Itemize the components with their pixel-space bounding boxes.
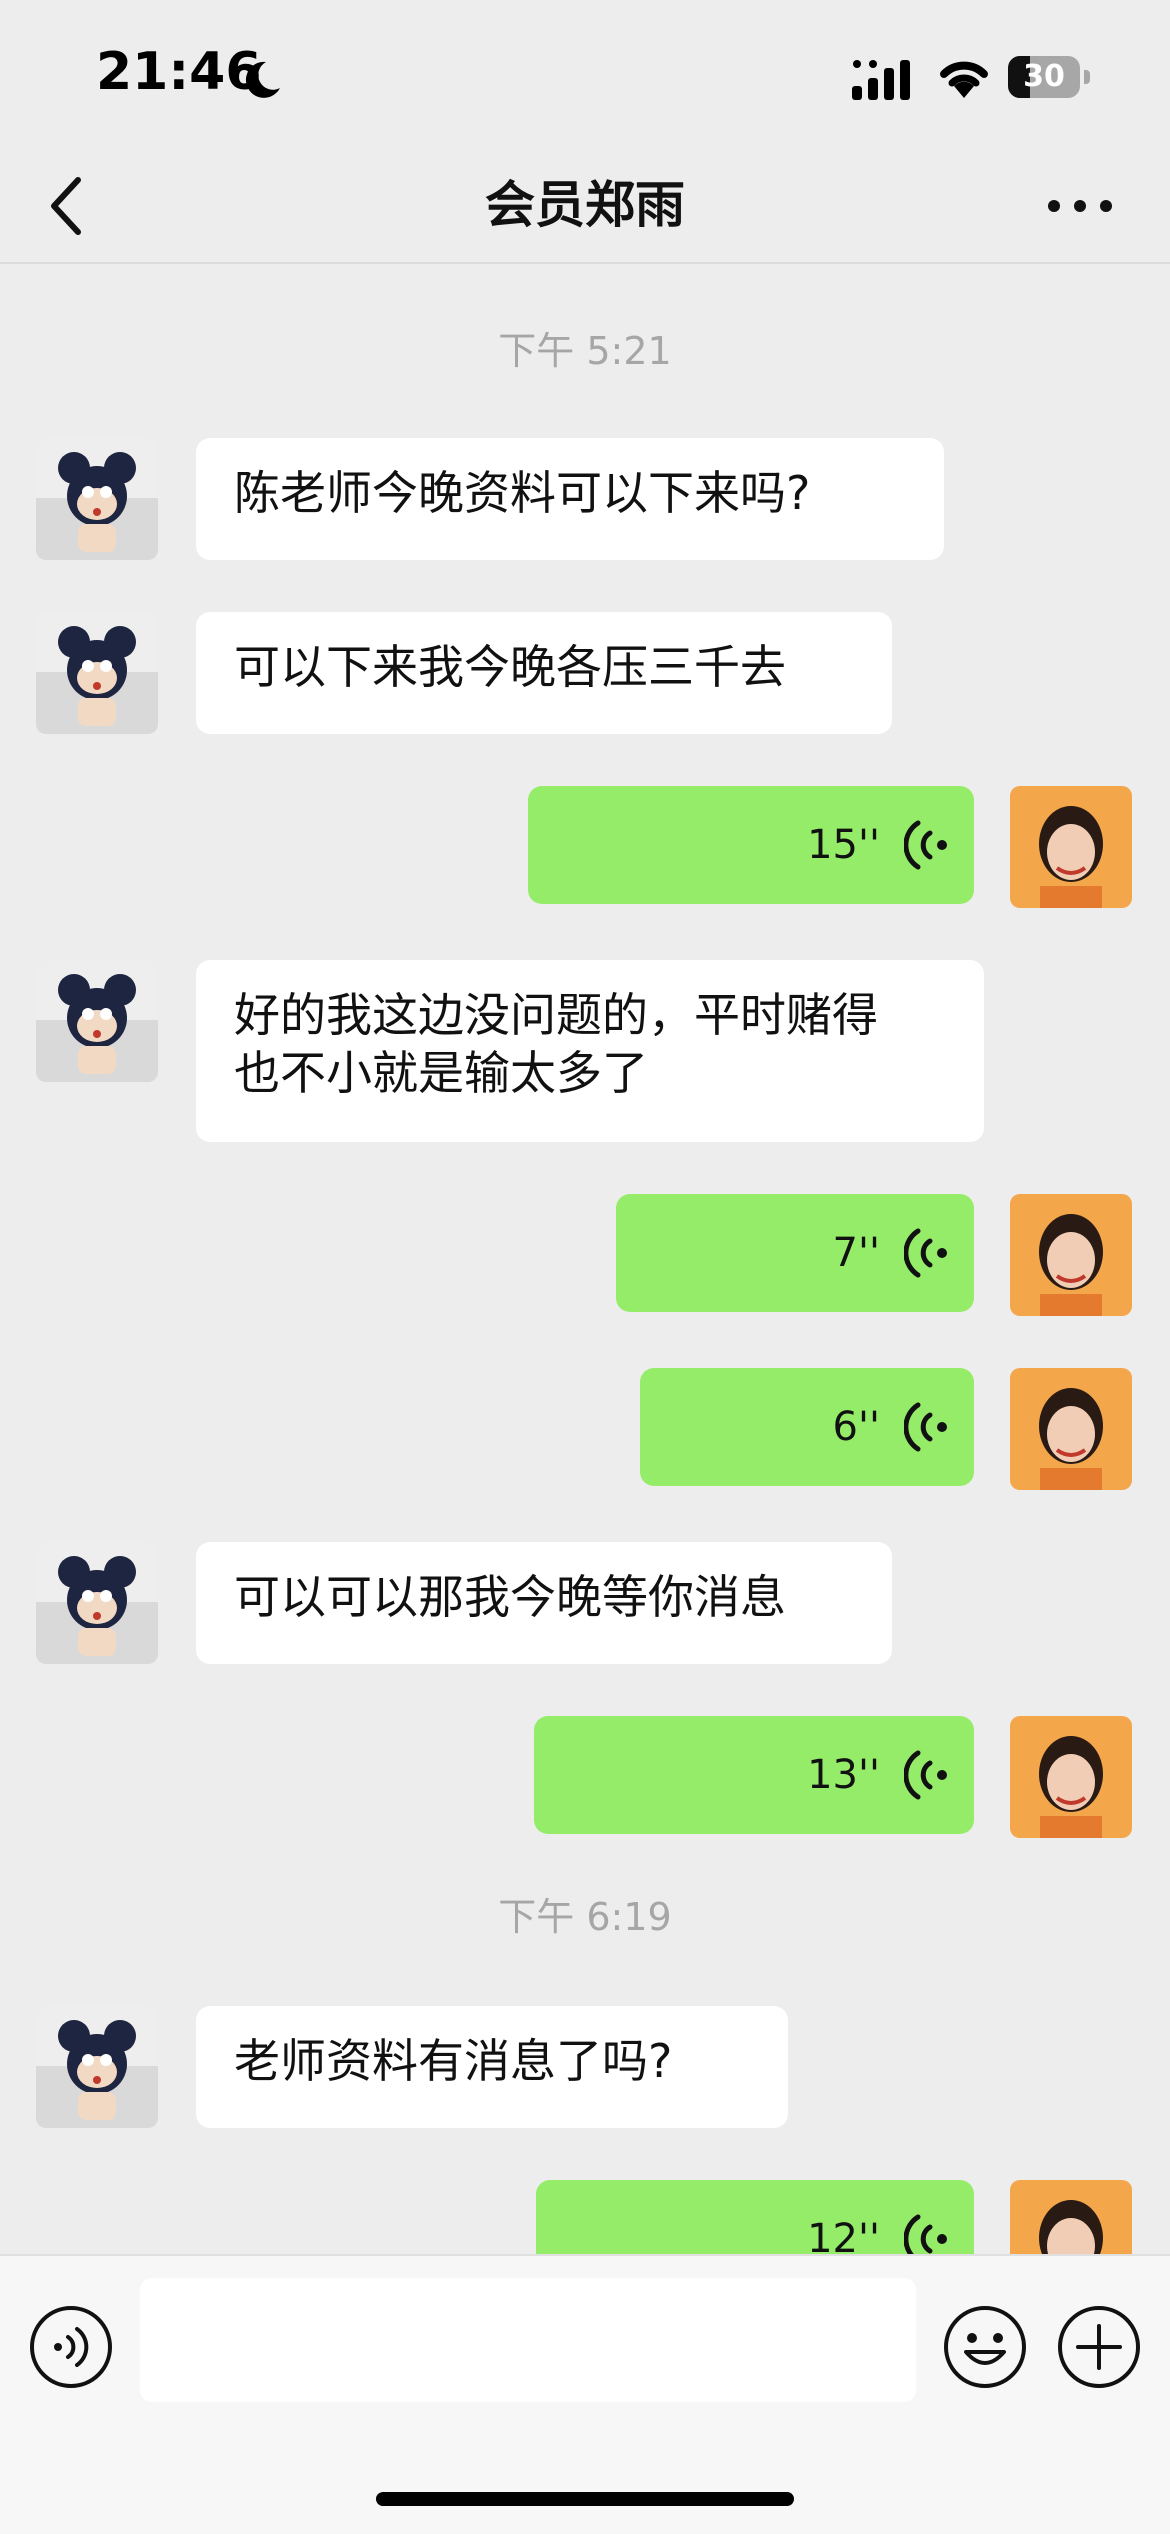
avatar[interactable] [36,438,158,560]
message-text: 可以可以那我今晚等你消息 [234,1570,786,1624]
plus-icon[interactable] [1056,2304,1142,2390]
voice-wave-icon [904,1228,947,1278]
avatar[interactable] [36,1542,158,1664]
message-list[interactable]: 下午 5:21 陈老师今晚资料可以下来吗? 可以下来我今晚各压三千去 15'' [0,264,1170,2254]
voice-message-outgoing[interactable]: 13'' [534,1716,974,1834]
message-text-line: 也不小就是输太多了 [234,1046,648,1100]
voice-message-outgoing[interactable]: 15'' [528,786,974,904]
voice-wave-icon [904,1750,947,1800]
voice-wave-icon [904,1402,947,1452]
message-bubble-incoming[interactable]: 陈老师今晚资料可以下来吗? [196,438,944,560]
avatar[interactable] [36,960,158,1082]
moon-icon [245,61,280,98]
battery-percent: 30 [1023,59,1065,94]
emoji-icon[interactable] [942,2304,1028,2390]
chat-title: 会员郑雨 [485,176,685,234]
home-indicator[interactable] [376,2492,794,2506]
contact-avatar-icon [36,438,158,560]
message-input[interactable] [140,2278,916,2402]
message-text: 陈老师今晚资料可以下来吗? [234,466,811,520]
voice-duration: 7'' [832,1230,880,1276]
timestamp: 下午 6:19 [498,1895,672,1939]
wifi-icon [940,61,988,98]
voice-duration: 13'' [807,1752,880,1798]
my-avatar[interactable] [1010,1716,1132,1838]
user-avatar-icon [1010,1368,1132,1490]
my-avatar[interactable] [1010,786,1132,908]
voice-duration: 12'' [807,2216,880,2254]
my-avatar[interactable] [1010,1368,1132,1490]
voice-duration: 6'' [832,1404,880,1450]
more-dots-icon[interactable] [1040,176,1120,236]
message-bubble-incoming[interactable]: 老师资料有消息了吗? [196,2006,788,2128]
voice-message-outgoing[interactable]: 7'' [616,1194,974,1312]
status-time: 21:46 [96,42,262,102]
my-avatar[interactable] [1010,2180,1132,2254]
voice-duration: 15'' [807,822,880,868]
chat-header: 会员郑雨 [0,150,1170,264]
contact-avatar-icon [36,960,158,1082]
timestamp: 下午 5:21 [498,329,672,373]
message-text: 老师资料有消息了吗? [234,2034,673,2088]
avatar[interactable] [36,2006,158,2128]
avatar[interactable] [36,612,158,734]
message-text: 可以下来我今晚各压三千去 [234,640,786,694]
user-avatar-icon [1010,786,1132,908]
voice-wave-icon [904,2214,947,2254]
message-bubble-incoming[interactable]: 可以可以那我今晚等你消息 [196,1542,892,1664]
user-avatar-icon [1010,1716,1132,1838]
contact-avatar-icon [36,612,158,734]
battery-indicator: 30 [1008,56,1092,98]
voice-input-icon[interactable] [28,2304,114,2390]
contact-avatar-icon [36,2006,158,2128]
voice-message-outgoing[interactable]: 6'' [640,1368,974,1486]
input-bar [0,2254,1170,2534]
voice-message-outgoing[interactable]: 12'' [536,2180,974,2254]
message-text-line: 好的我这边没问题的，平时赌得 [234,988,878,1042]
status-bar: 21:46 30 [0,0,1170,150]
user-avatar-icon [1010,2180,1132,2254]
my-avatar[interactable] [1010,1194,1132,1316]
user-avatar-icon [1010,1194,1132,1316]
voice-wave-icon [904,820,947,870]
cellular-signal-icon [852,60,910,100]
message-bubble-incoming[interactable]: 可以下来我今晚各压三千去 [196,612,892,734]
contact-avatar-icon [36,1542,158,1664]
message-bubble-incoming[interactable]: 好的我这边没问题的，平时赌得 也不小就是输太多了 [196,960,984,1142]
